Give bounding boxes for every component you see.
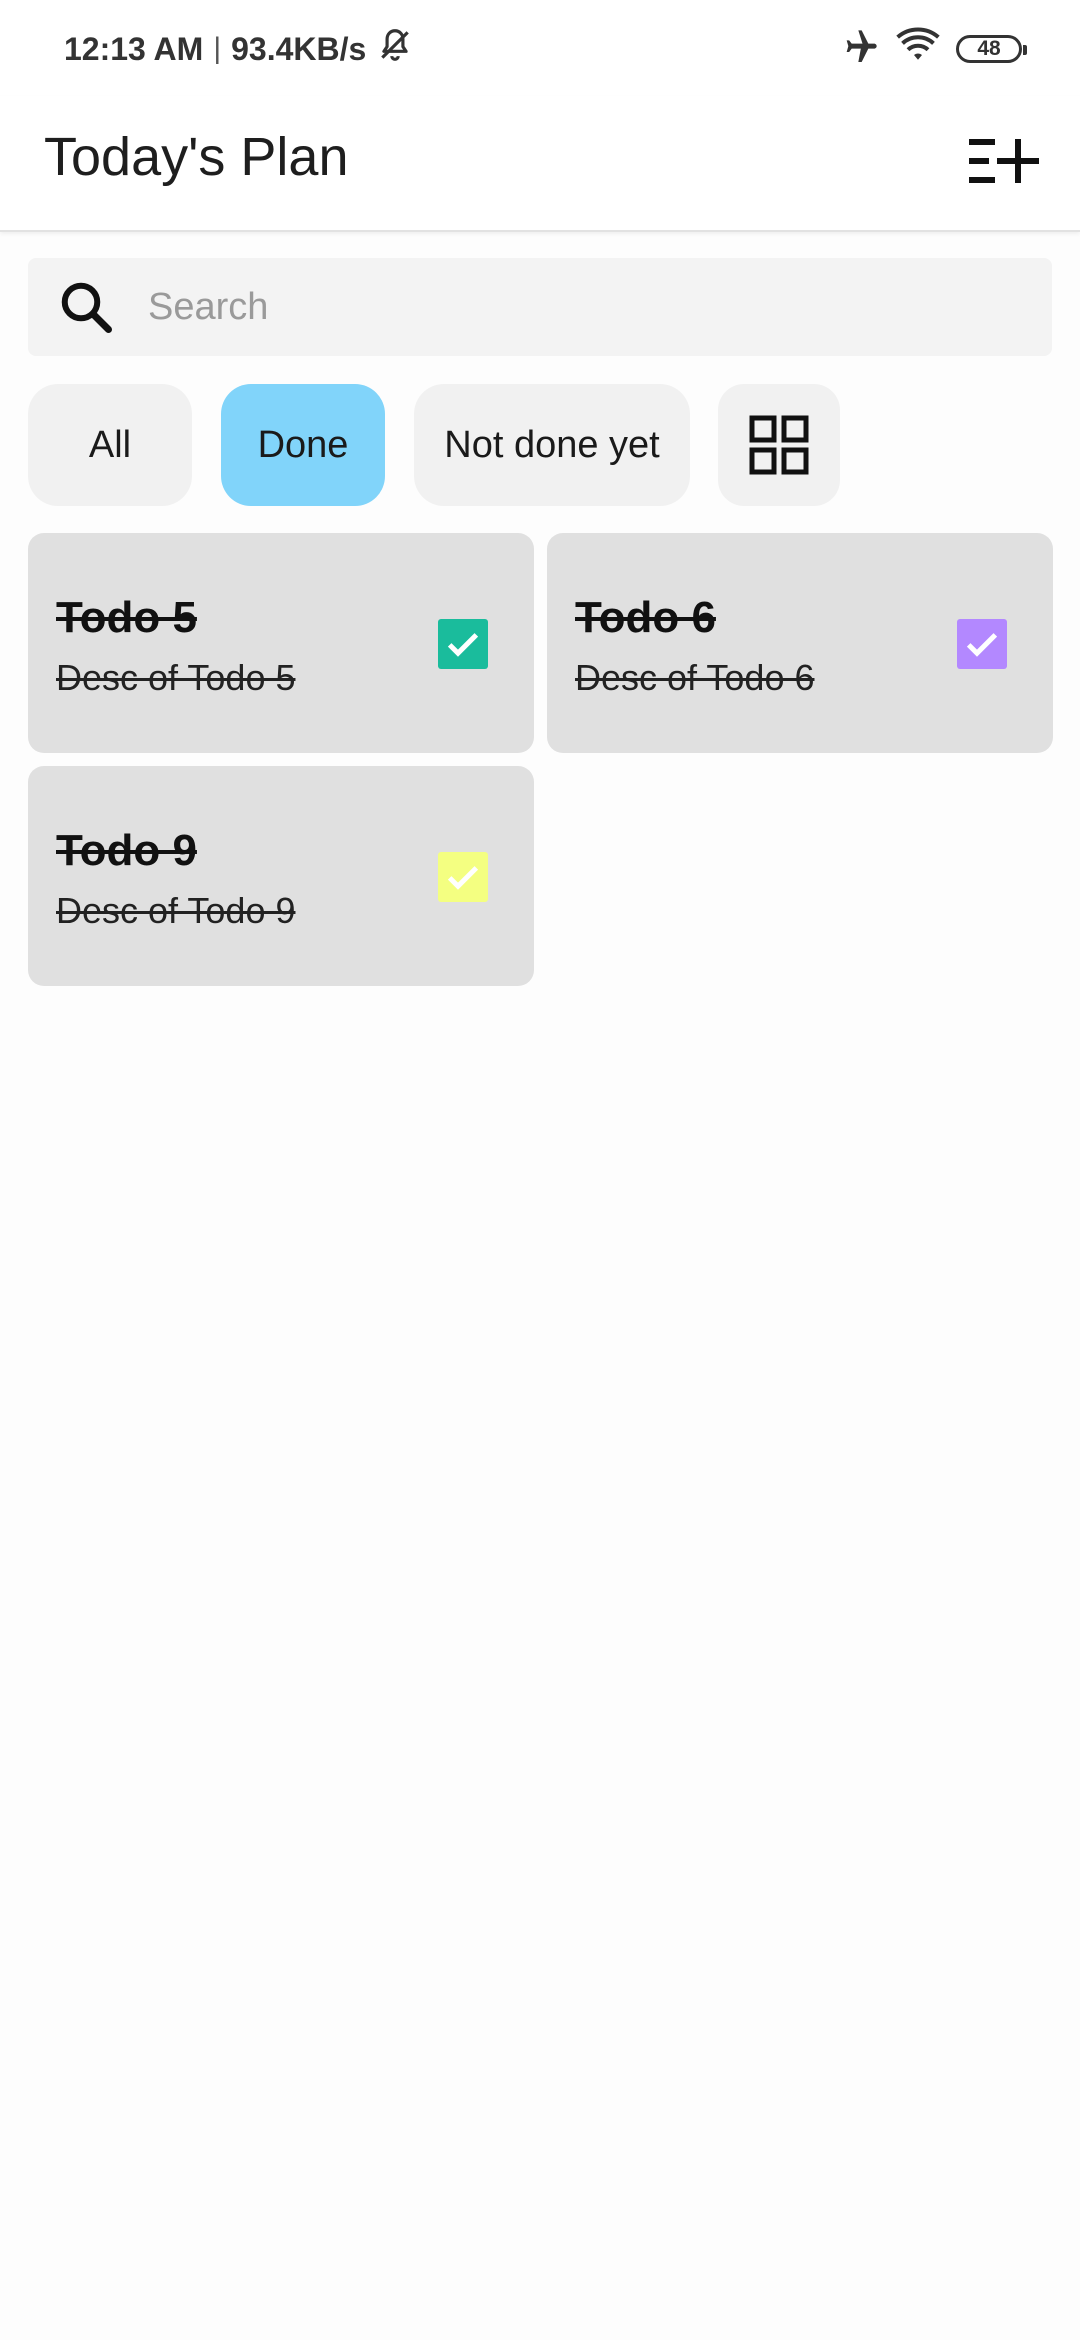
todo-title: Todo 9 <box>56 826 197 875</box>
grid-view-toggle-button[interactable] <box>718 384 840 506</box>
status-left: 12:13 AM | 93.4KB/s <box>64 26 414 72</box>
todo-title: Todo 5 <box>56 593 197 642</box>
page-title: Today's Plan <box>44 127 349 187</box>
todo-description: Desc of Todo 9 <box>56 890 296 931</box>
filter-done-chip[interactable]: Done <box>221 384 385 506</box>
status-right: 48 <box>840 26 1027 72</box>
grid-view-icon <box>749 415 809 475</box>
filter-not-done-chip[interactable]: Not done yet <box>414 384 690 506</box>
filter-all-label: All <box>88 423 132 466</box>
playlist-add-icon <box>969 139 1039 183</box>
wifi-icon <box>896 27 940 72</box>
todo-title: Todo 6 <box>575 593 716 642</box>
status-bar: 12:13 AM | 93.4KB/s 48 <box>0 0 1080 96</box>
todo-checkbox[interactable] <box>438 619 488 669</box>
app-bar: Today's Plan <box>0 96 1080 232</box>
add-todo-button[interactable] <box>960 118 1046 204</box>
airplane-icon <box>840 27 880 72</box>
bell-off-icon <box>376 26 414 72</box>
search-input[interactable] <box>146 276 1010 338</box>
screen: 12:13 AM | 93.4KB/s 48 Today's Plan Sear… <box>0 0 1080 2340</box>
filter-done-label: Done <box>257 423 349 466</box>
todo-description: Desc of Todo 5 <box>56 657 296 698</box>
check-icon <box>447 633 479 657</box>
todo-checkbox[interactable] <box>957 619 1007 669</box>
filter-all-chip[interactable]: All <box>28 384 192 506</box>
todo-card[interactable]: Todo 9 Desc of Todo 9 <box>28 766 534 986</box>
filter-not-done-label: Not done yet <box>444 423 660 466</box>
status-time: 12:13 AM <box>64 30 204 67</box>
status-separator: | <box>213 32 222 65</box>
battery-icon: 48 <box>956 35 1027 63</box>
search-icon <box>56 277 116 337</box>
todo-card[interactable]: Todo 5 Desc of Todo 5 <box>28 533 534 753</box>
todo-checkbox[interactable] <box>438 852 488 902</box>
todo-description: Desc of Todo 6 <box>575 657 815 698</box>
network-speed: 93.4KB/s <box>231 30 367 67</box>
check-icon <box>966 633 998 657</box>
todo-card[interactable]: Todo 6 Desc of Todo 6 <box>547 533 1053 753</box>
check-icon <box>447 866 479 890</box>
search-bar[interactable] <box>28 258 1052 356</box>
